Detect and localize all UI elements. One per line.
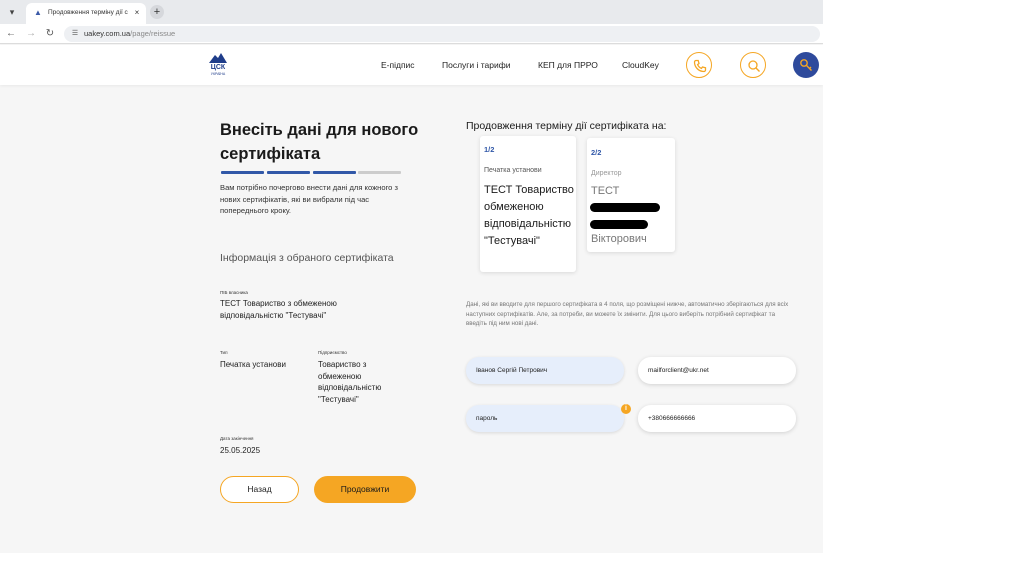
progress-step-1 [221,171,264,174]
redacted-text [590,220,648,229]
logo-subtext: УКРАЇНА [210,72,226,76]
card-owner-name: ТЕСТ Товариство з обмеженою відповідальн… [484,184,576,247]
card-owner-last: Вікторович [591,233,647,245]
expiry-value: 25.05.2025 [220,446,261,455]
page-title: Внесіть дані для нового сертифіката [220,121,419,163]
search-button[interactable] [740,52,766,78]
search-icon [748,60,760,72]
certificate-card-1[interactable]: 1/2 Печатка установи ТЕСТ Товариство з о… [480,136,576,272]
reload-icon[interactable]: ↻ [43,27,57,41]
continue-button[interactable]: Продовжити [314,476,416,503]
logo[interactable]: ЦСК УКРАЇНА [207,52,229,78]
progress-step-2 [267,171,310,174]
url-text: uakey.com.ua/page/reissue [84,29,176,38]
password-input[interactable]: пароль [466,405,624,432]
certificates-title: Продовження терміну дії сертифіката на: [466,120,667,132]
tab-title: Продовження терміну дії серт [48,9,128,16]
back-button[interactable]: Назад [220,476,299,503]
redacted-text [590,203,660,212]
phone-input[interactable]: +380666666666 [638,405,796,432]
key-icon [800,59,812,71]
nav-e-signature[interactable]: Е-підпис [381,59,415,71]
active-tab[interactable]: ▲ Продовження терміну дії серт × [26,3,146,24]
phone-icon [693,59,707,73]
logo-text: ЦСК [210,64,226,71]
phone-button[interactable] [686,52,712,78]
progress-step-3 [313,171,356,174]
company-value: Товариство з обмеженою відповідальністю … [318,360,382,404]
expiry-label: Дата закінчення [220,436,254,441]
name-input[interactable]: Іванов Сергій Петрович [466,357,624,384]
browser-toolbar: ← → ↻ ☰ uakey.com.ua/page/reissue [0,24,823,44]
section-title: Інформація з обраного сертифіката [220,252,394,264]
email-input[interactable]: mailforclient@ukr.net [638,357,796,384]
close-tab-icon[interactable]: × [132,7,142,19]
card-owner-first: ТЕСТ [591,185,620,197]
tab-search-icon[interactable]: ▾ [6,6,18,18]
logo-bird-icon [209,53,227,63]
browser-viewport: ▾ ▲ Продовження терміну дії серт × + ← →… [0,0,823,553]
company-label: Підприємство [318,350,347,355]
nav-kep-prro[interactable]: КЕП для ПРРО [538,59,598,71]
back-arrow-icon[interactable]: ← [4,27,18,41]
address-bar[interactable]: ☰ uakey.com.ua/page/reissue [64,26,820,42]
card-type: Директор [591,170,622,177]
account-button[interactable] [793,52,819,78]
info-icon[interactable]: i [621,404,631,414]
card-number: 2/2 [591,148,602,157]
nav-cloudkey[interactable]: CloudKey [622,59,659,71]
owner-label: ПІБ власника [220,290,248,295]
card-type: Печатка установи [484,167,542,174]
progress-bar [221,171,401,175]
tab-strip: ▾ ▲ Продовження терміну дії серт × + [0,0,823,24]
forward-arrow-icon[interactable]: → [24,27,38,41]
certificate-card-2[interactable]: 2/2 Директор ТЕСТ Вікторович [587,138,675,252]
intro-text: Вам потрібно почергово внести дані для к… [220,183,398,215]
card-number: 1/2 [484,145,495,154]
type-label: Тип [220,350,228,355]
progress-step-4 [358,171,401,174]
owner-value: ТЕСТ Товариство з обмеженою відповідальн… [220,299,337,320]
nav-services-tariffs[interactable]: Послуги і тарифи [442,59,511,71]
type-value: Печатка установи [220,360,286,369]
site-header: ЦСК УКРАЇНА Е-підпис Послуги і тарифи КЕ… [0,45,823,85]
new-tab-button[interactable]: + [150,5,164,19]
favicon-icon: ▲ [34,8,42,17]
hint-text: Дані, які ви вводите для першого сертифі… [466,301,789,327]
blank-area [823,0,1024,576]
site-info-icon[interactable]: ☰ [69,28,81,40]
